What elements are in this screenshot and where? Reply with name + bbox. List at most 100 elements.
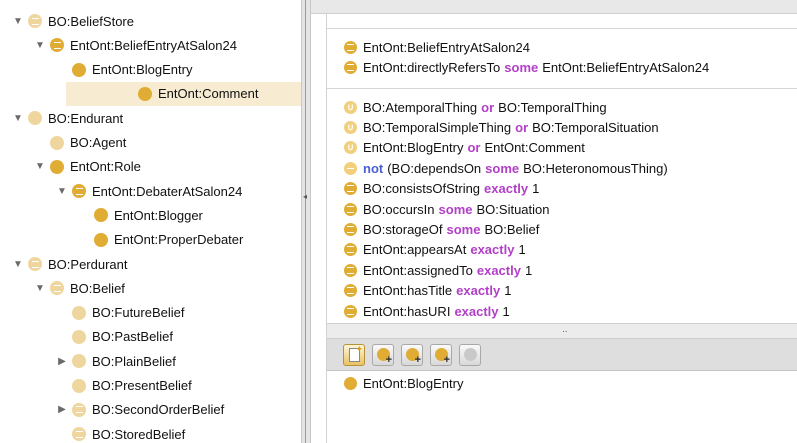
restriction-icon (344, 284, 357, 298)
section-separator (327, 88, 797, 89)
pane-splitter[interactable]: ◂ (301, 0, 311, 443)
axiom-term: BO:HeteronomousThing) (523, 160, 668, 176)
collapse-arrow-icon[interactable]: ◂ (303, 192, 307, 201)
tree-node[interactable]: ▼BO:PresentBelief (0, 374, 301, 398)
superclass-axiom[interactable]: not (BO:dependsOn some BO:HeteronomousThing… (344, 158, 668, 178)
collapse-arrow-icon[interactable]: ▼ (12, 15, 24, 27)
tree-node[interactable]: ▼ EntOnt:BeliefEntryAtSalon24 (0, 33, 301, 57)
tree-node-label: BO:PlainBelief (92, 353, 176, 369)
tree-node-label: EntOnt:BeliefEntryAtSalon24 (70, 37, 237, 53)
defined-class-icon (72, 402, 86, 417)
class-icon (72, 354, 86, 369)
tree-node-label: BO:Agent (70, 135, 127, 150)
class-icon (50, 159, 64, 174)
tree-node[interactable]: ▼ BO:Perdurant (0, 252, 301, 276)
defined-class-icon (72, 184, 86, 199)
tree-node-label: BO:FutureBelief (92, 305, 185, 321)
axiom-term: BO:Situation (476, 201, 550, 217)
superclass-axiom[interactable]: EntOnt:appearsAt exactly 1 (344, 240, 526, 260)
tree-node[interactable]: ▼ EntOnt:Role (0, 155, 301, 179)
defined-class-icon (50, 281, 64, 296)
class-icon (94, 232, 108, 247)
splitter-grip (305, 0, 306, 443)
tree-node[interactable]: ▶ BO:PlainBelief (0, 349, 301, 373)
create-class-button[interactable]: ✦ (343, 343, 365, 366)
collapse-arrow-icon[interactable]: ▼ (56, 185, 68, 197)
hierarchy-toolbar: ✦ + + + (327, 339, 797, 371)
axiom-term: 1 (524, 262, 533, 278)
axiom-term: 1 (518, 242, 526, 258)
tree-node[interactable]: ▶ BO:SecondOrderBelief (0, 398, 301, 422)
tree-node-label: EntOnt:BlogEntry (92, 62, 193, 78)
tree-node[interactable]: ▼EntOnt:Comment (66, 81, 301, 106)
complement-icon (344, 161, 357, 175)
tree-node[interactable]: ▼BO:StoredBelief (0, 422, 301, 443)
subpanel-divider[interactable]: .. (327, 323, 797, 339)
tree-node[interactable]: ▼BO:Agent (0, 131, 301, 155)
tree-node[interactable]: ▼BO:FutureBelief (0, 301, 301, 325)
class-icon (50, 135, 64, 150)
superclass-axiom[interactable]: EntOnt:hasTitle exactly 1 (344, 281, 511, 301)
axiom-term: EntOnt:BeliefEntryAtSalon24 (542, 60, 710, 75)
sparkle-icon: ✦ (355, 343, 363, 354)
axiom-keyword: not (363, 160, 384, 176)
tree-node-label: BO:PresentBelief (92, 378, 192, 393)
restriction-icon (344, 222, 357, 236)
axiom-term: EntOnt:directlyRefersTo (363, 60, 501, 75)
axiom-term: BO:storageOf (363, 221, 443, 237)
collapse-arrow-icon[interactable]: ▼ (12, 258, 24, 270)
axiom-keyword: exactly (454, 303, 499, 319)
panel-top-rule (326, 28, 797, 29)
tree-node[interactable]: ▼ BO:Belief (0, 276, 301, 300)
merge-class-button[interactable]: + (430, 343, 452, 366)
class-icon (72, 305, 86, 320)
add-sibling-button[interactable]: + (401, 343, 423, 366)
superclass-axiom[interactable]: EntOnt:assignedTo exactly 1 (344, 260, 532, 280)
collapse-arrow-icon[interactable]: ▼ (34, 39, 46, 51)
axiom-term: (BO:dependsOn (387, 160, 482, 176)
tree-node[interactable]: ▼BO:PastBelief (0, 325, 301, 349)
axiom-term: EntOnt:Comment (484, 140, 585, 156)
class-icon (72, 329, 86, 344)
axiom-keyword: exactly (456, 283, 501, 299)
plus-icon: + (414, 353, 421, 366)
superclass-axiom[interactable]: BO:storageOf some BO:Belief (344, 219, 539, 239)
collapse-arrow-icon[interactable]: ▼ (34, 282, 46, 294)
equivalent-class-axiom[interactable]: EntOnt:directlyRefersTo some EntOnt:Belief… (344, 58, 709, 78)
expand-arrow-icon[interactable]: ▶ (56, 355, 68, 367)
subclass-label: EntOnt:BlogEntry (363, 375, 464, 391)
equivalent-class-axiom[interactable]: EntOnt:BeliefEntryAtSalon24 (344, 37, 530, 57)
class-icon (463, 348, 477, 361)
superclass-axiom[interactable]: ∪ EntOnt:BlogEntry or EntOnt:Comment (344, 138, 585, 158)
class-hierarchy-tree[interactable]: ▼ BO:BeliefStore ▼ EntOnt:BeliefEntryAtSalo… (0, 0, 301, 443)
superclass-axiom[interactable]: ∪ BO:TemporalSimpleThing or BO:TemporalSitu… (344, 117, 659, 137)
union-icon: ∪ (344, 120, 357, 134)
axiom-keyword: or (467, 140, 481, 156)
tree-node[interactable]: ▼ BO:Endurant (0, 106, 301, 130)
axiom-term: BO:consistsOfString (363, 181, 481, 197)
axiom-term: 1 (502, 303, 510, 319)
superclass-axiom[interactable]: ∪ BO:AtemporalThing or BO:TemporalThing (344, 97, 607, 117)
defined-class-icon (72, 427, 86, 442)
tree-node-label: BO:BeliefStore (48, 13, 134, 29)
tree-node[interactable]: ▼ BO:BeliefStore (0, 9, 301, 33)
collapse-arrow-icon[interactable]: ▼ (12, 112, 24, 124)
subclass-list-item[interactable]: EntOnt:BlogEntry (344, 373, 463, 393)
axiom-keyword: some (446, 221, 481, 237)
defined-class-icon (50, 38, 64, 53)
superclass-axiom[interactable]: BO:consistsOfString exactly 1 (344, 179, 539, 199)
tree-node[interactable]: ▼EntOnt:BlogEntry (0, 58, 301, 82)
superclass-axiom[interactable]: EntOnt:hasURI exactly 1 (344, 301, 510, 321)
tree-node[interactable]: ▼ EntOnt:DebaterAtSalon24 (0, 179, 301, 203)
tree-node[interactable]: ▼EntOnt:Blogger (0, 203, 301, 227)
restriction-icon (344, 202, 357, 216)
tree-node[interactable]: ▼EntOnt:ProperDebater (0, 228, 301, 252)
add-subclass-button[interactable]: + (372, 343, 394, 366)
restriction-icon (344, 243, 357, 257)
panel-left-border (326, 14, 327, 443)
defined-class-icon (28, 14, 42, 28)
collapse-arrow-icon[interactable]: ▼ (34, 161, 46, 173)
superclass-axiom[interactable]: BO:occursIn some BO:Situation (344, 199, 550, 219)
expand-arrow-icon[interactable]: ▶ (56, 404, 68, 416)
tree-node-label: BO:PastBelief (92, 329, 173, 345)
